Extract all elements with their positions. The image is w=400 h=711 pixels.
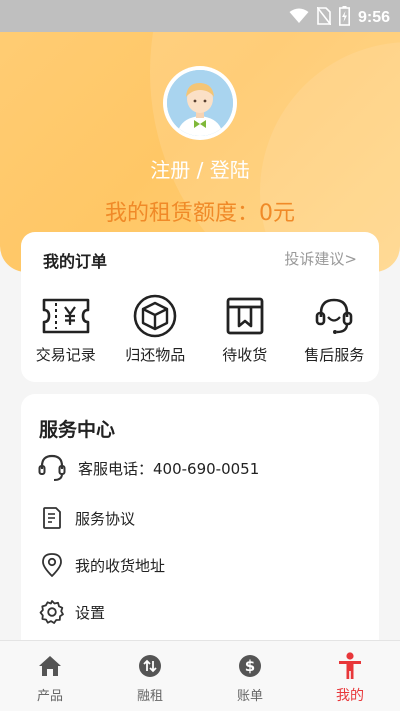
headset-icon <box>37 453 67 483</box>
bottom-tab-bar: 产品 融租 $ 账单 我的 <box>0 640 400 711</box>
service-item-label: 我的收货地址 <box>75 556 166 575</box>
dollar-icon: $ <box>237 653 263 679</box>
order-item-after-sales[interactable]: 售后服务 <box>290 294 380 365</box>
service-center-card: 服务中心 客服电话：400-690-0051 服务协议 我的收货地址 设置 <box>21 394 379 644</box>
order-item-transactions[interactable]: 交易记录 <box>21 294 111 365</box>
order-item-returns[interactable]: 归还物品 <box>111 294 201 365</box>
complaint-link[interactable]: 投诉建议> <box>284 248 357 269</box>
status-bar: 9:56 <box>0 0 400 32</box>
box-icon <box>129 294 181 338</box>
avatar-image <box>167 70 233 136</box>
no-sim-icon <box>316 6 332 29</box>
home-icon <box>37 653 63 679</box>
document-icon <box>37 503 67 533</box>
order-item-label: 售后服务 <box>304 346 365 364</box>
tab-mine[interactable]: 我的 <box>300 641 400 711</box>
orders-card: 我的订单 投诉建议> 交易记录 归还物品 待收货 售后服务 <box>21 232 379 382</box>
service-center-title: 服务中心 <box>39 419 116 441</box>
ticket-icon <box>40 294 92 338</box>
status-icons: 9:56 <box>289 6 390 30</box>
order-items: 交易记录 归还物品 待收货 售后服务 <box>21 294 379 365</box>
tab-bills[interactable]: $ 账单 <box>200 641 300 711</box>
order-item-pending-receipt[interactable]: 待收货 <box>200 294 290 365</box>
order-item-label: 交易记录 <box>35 346 96 364</box>
wifi-icon <box>289 8 309 28</box>
status-time: 9:56 <box>357 9 390 26</box>
tab-label: 账单 <box>236 689 263 704</box>
avatar[interactable] <box>163 66 237 140</box>
person-icon <box>337 652 363 679</box>
gear-icon <box>37 597 67 627</box>
tab-label: 产品 <box>36 689 63 704</box>
battery-icon <box>338 6 350 30</box>
service-item-label: 客服电话：400-690-0051 <box>78 459 260 478</box>
package-icon <box>219 294 271 338</box>
tab-label: 融租 <box>136 689 163 704</box>
service-item-label: 设置 <box>75 603 106 622</box>
rental-credit-text: 我的租赁额度：0元 <box>105 201 295 226</box>
location-pin-icon <box>37 550 67 580</box>
orders-title: 我的订单 <box>43 252 108 271</box>
exchange-icon <box>137 653 163 679</box>
service-item-hotline[interactable]: 客服电话：400-690-0051 <box>37 453 259 483</box>
service-item-agreement[interactable]: 服务协议 <box>37 503 135 533</box>
service-item-settings[interactable]: 设置 <box>37 597 105 627</box>
service-item-address[interactable]: 我的收货地址 <box>37 550 165 580</box>
login-register-link[interactable]: 注册 / 登陆 <box>0 154 400 183</box>
service-item-label: 服务协议 <box>75 509 136 528</box>
order-item-label: 归还物品 <box>125 346 186 364</box>
headset-icon <box>308 294 360 338</box>
tab-label: 我的 <box>336 688 364 704</box>
order-item-label: 待收货 <box>222 346 268 364</box>
svg-text:$: $ <box>245 657 255 675</box>
tab-products[interactable]: 产品 <box>0 641 100 711</box>
tab-leasing[interactable]: 融租 <box>100 641 200 711</box>
